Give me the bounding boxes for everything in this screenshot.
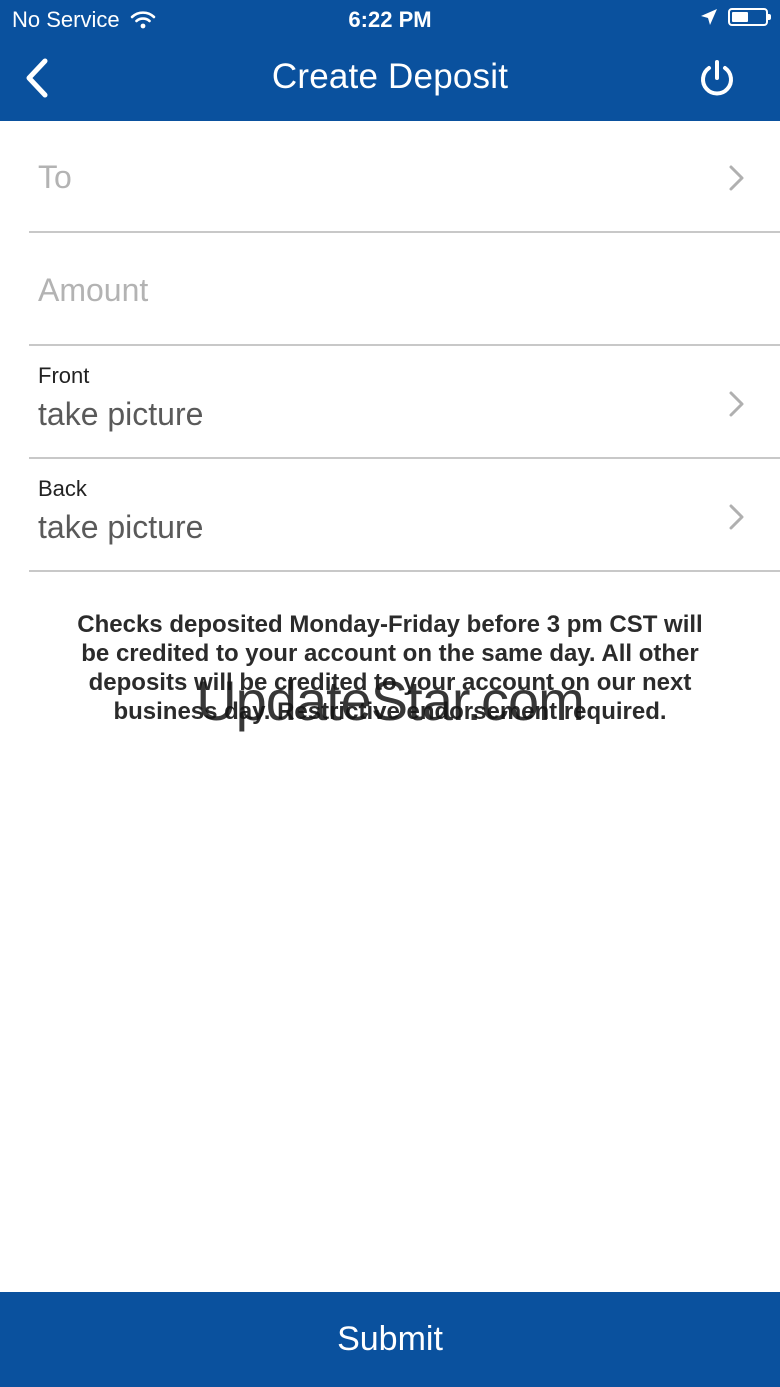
to-placeholder: To (38, 159, 72, 195)
nav-bar: Create Deposit (0, 40, 780, 121)
location-arrow-icon (701, 9, 717, 25)
back-take-picture: take picture (38, 509, 204, 545)
status-right-icons (700, 8, 771, 26)
front-picture-row[interactable]: Front take picture (29, 347, 780, 459)
back-picture-row[interactable]: Back take picture (29, 460, 780, 572)
to-account-row[interactable]: To (29, 121, 780, 233)
amount-placeholder: Amount (38, 272, 149, 308)
battery-icon (728, 8, 771, 26)
amount-field[interactable]: Amount (29, 234, 780, 346)
status-bar: No Service 6:22 PM (0, 0, 780, 40)
battery-level (732, 12, 748, 22)
chevron-right-icon (729, 504, 744, 530)
status-time: 6:22 PM (348, 7, 432, 32)
logout-button[interactable] (694, 56, 740, 102)
submit-button[interactable]: Submit (0, 1292, 780, 1387)
front-take-picture: take picture (38, 396, 204, 432)
chevron-right-icon (729, 391, 744, 417)
create-deposit-screen: No Service 6:22 PM Create Deposit To Amo… (0, 0, 780, 1387)
chevron-right-icon (729, 165, 744, 191)
deposit-disclaimer: Checks deposited Monday-Friday before 3 … (77, 611, 703, 725)
app-header: No Service 6:22 PM Create Deposit (0, 0, 780, 121)
back-label: Back (38, 476, 87, 501)
front-label: Front (38, 363, 90, 388)
page-title: Create Deposit (271, 57, 509, 96)
power-icon (701, 60, 733, 96)
